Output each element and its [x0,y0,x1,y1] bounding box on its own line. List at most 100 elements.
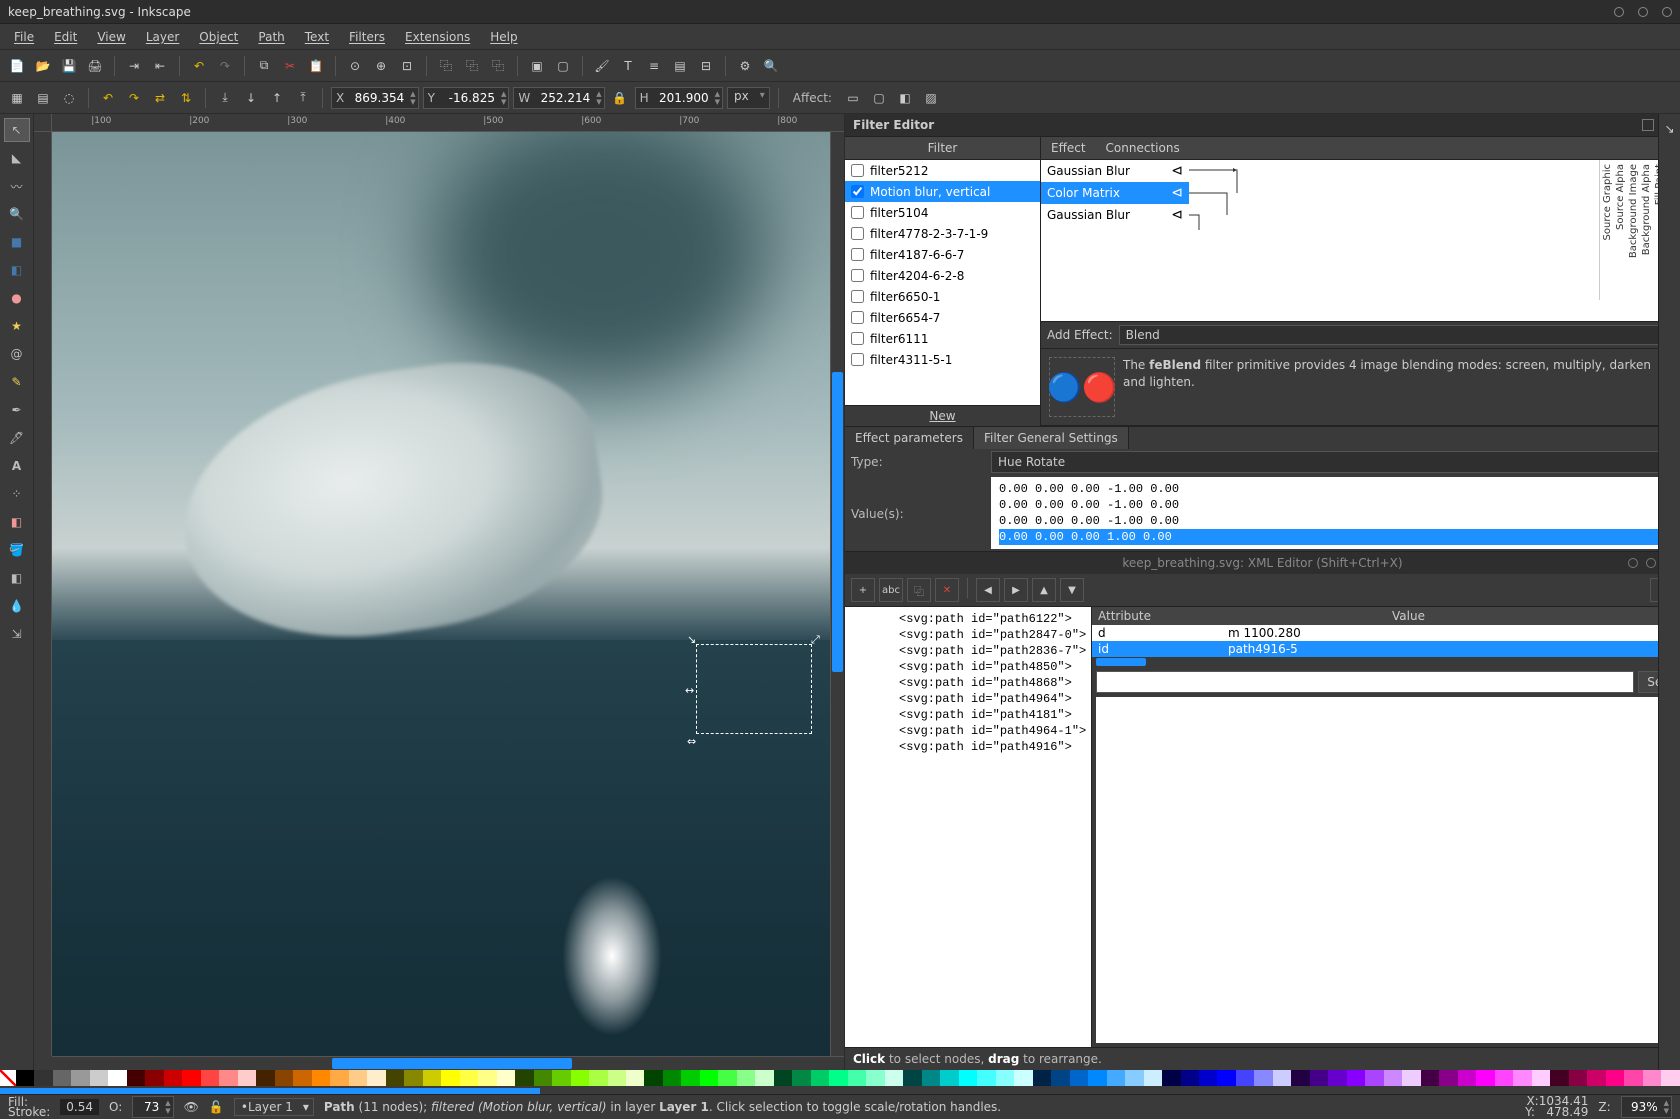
filter-item[interactable]: filter6111 [845,328,1040,349]
color-swatch[interactable] [1088,1070,1106,1086]
filter-item[interactable]: filter5104 [845,202,1040,223]
new-filter-button[interactable]: New [845,405,1040,426]
unit-select[interactable]: px [727,87,770,109]
color-swatch[interactable] [330,1070,348,1086]
color-swatch[interactable] [903,1070,921,1086]
add-effect-select[interactable]: Blend [1119,325,1674,345]
zoom-draw-icon[interactable]: ⊕ [370,55,392,77]
dropper-tool-icon[interactable]: 💧 [4,594,30,618]
bezier-tool-icon[interactable]: ✒ [4,398,30,422]
filter-item[interactable]: filter4311-5-1 [845,349,1040,370]
color-swatch[interactable] [1458,1070,1476,1086]
fill-stroke-indicator[interactable]: Fill:Stroke: [8,1097,50,1117]
xml-up-icon[interactable]: ▲ [1032,578,1056,602]
xml-down-icon[interactable]: ▼ [1060,578,1084,602]
color-swatch[interactable] [1513,1070,1531,1086]
color-swatch[interactable] [1107,1070,1125,1086]
panel-iconify-icon[interactable] [1642,119,1654,131]
zoom-page-icon[interactable]: ⊡ [396,55,418,77]
raise-icon[interactable]: ↑ [266,87,288,109]
color-swatch[interactable] [534,1070,552,1086]
color-swatch[interactable] [1310,1070,1328,1086]
color-swatch[interactable] [1273,1070,1291,1086]
cut-icon[interactable]: ✂ [279,55,301,77]
raise-top-icon[interactable]: ⤒ [292,87,314,109]
lower-icon[interactable]: ↓ [240,87,262,109]
xml-node[interactable]: <svg:path id="path2836-7"> [849,643,1087,659]
minimize-icon[interactable] [1614,7,1624,17]
color-swatch[interactable] [201,1070,219,1086]
color-swatch[interactable] [1495,1070,1513,1086]
canvas[interactable]: ↘ ⤢ ⇔ ↔ [52,132,830,1056]
fill-tool-icon[interactable]: 🪣 [4,538,30,562]
effect-list[interactable]: Gaussian Blur⊲Color Matrix⊲Gaussian Blur… [1041,160,1189,321]
attr-value-textarea[interactable] [1096,697,1676,1043]
affect-stroke-icon[interactable]: ▭ [842,87,864,109]
xml-min-icon[interactable] [1628,558,1638,568]
x-spinner[interactable]: X▲▼ [331,87,419,109]
color-palette[interactable] [0,1070,1680,1088]
color-swatch[interactable] [1365,1070,1383,1086]
color-swatch[interactable] [349,1070,367,1086]
xml-dup-icon[interactable]: ⿻ [907,578,931,602]
color-swatch[interactable] [977,1070,995,1086]
attr-list[interactable]: dm 1100.280idpath4916-5 [1092,625,1680,657]
filter-item[interactable]: filter4187-6-6-7 [845,244,1040,265]
color-swatch[interactable] [792,1070,810,1086]
color-swatch[interactable] [1532,1070,1550,1086]
color-swatch[interactable] [811,1070,829,1086]
color-swatch[interactable] [1236,1070,1254,1086]
xml-next-icon[interactable]: ▶ [1004,578,1028,602]
xml-node[interactable]: <svg:path id="path6122"> [849,611,1087,627]
paste-icon[interactable]: 📋 [305,55,327,77]
layer-select[interactable]: •Layer 1 [234,1098,314,1116]
flip-h-icon[interactable]: ⇄ [149,87,171,109]
color-swatch[interactable] [589,1070,607,1086]
xml-tree[interactable]: <svg:path id="path6122"> <svg:path id="pa… [845,607,1091,1047]
affect-pattern-icon[interactable]: ▨ [920,87,942,109]
color-swatch[interactable] [1199,1070,1217,1086]
xml-node[interactable]: <svg:path id="path4868"> [849,675,1087,691]
color-swatch[interactable] [1254,1070,1272,1086]
color-swatch[interactable] [1181,1070,1199,1086]
color-swatch[interactable] [829,1070,847,1086]
color-swatch[interactable] [663,1070,681,1086]
color-swatch[interactable] [238,1070,256,1086]
filter-list[interactable]: filter5212Motion blur, verticalfilter510… [845,160,1040,405]
color-swatch[interactable] [53,1070,71,1086]
color-swatch[interactable] [497,1070,515,1086]
spray-tool-icon[interactable]: ⁘ [4,482,30,506]
xml-prev-icon[interactable]: ◀ [976,578,1000,602]
new-doc-icon[interactable]: 📄 [6,55,28,77]
spiral-tool-icon[interactable]: @ [4,342,30,366]
fill-stroke-icon[interactable]: 🖌 [591,55,613,77]
menu-view[interactable]: View [87,28,135,46]
filter-item[interactable]: filter6654-7 [845,307,1040,328]
color-swatch[interactable] [219,1070,237,1086]
color-swatch[interactable] [866,1070,884,1086]
color-swatch[interactable] [1550,1070,1568,1086]
unlink-icon[interactable]: ⿻ [487,55,509,77]
align-icon[interactable]: ⊟ [695,55,717,77]
color-swatch[interactable] [1476,1070,1494,1086]
color-swatch[interactable] [90,1070,108,1086]
color-swatch[interactable] [515,1070,533,1086]
color-swatch[interactable] [1402,1070,1420,1086]
color-swatch[interactable] [312,1070,330,1086]
opacity-spinner[interactable]: ▲▼ [132,1096,173,1118]
menu-layer[interactable]: Layer [136,28,189,46]
color-swatch[interactable] [441,1070,459,1086]
star-tool-icon[interactable]: ★ [4,314,30,338]
color-swatch[interactable] [478,1070,496,1086]
color-swatch[interactable] [127,1070,145,1086]
lock-aspect-icon[interactable]: 🔒 [609,87,631,109]
ellipse-tool-icon[interactable]: ● [4,286,30,310]
scrollbar-vertical[interactable] [830,132,844,1056]
xml-icon[interactable]: ▤ [669,55,691,77]
color-swatch[interactable] [552,1070,570,1086]
docprops-icon[interactable]: 🔍 [760,55,782,77]
color-swatch[interactable] [1291,1070,1309,1086]
color-swatch[interactable] [571,1070,589,1086]
h-spinner[interactable]: H▲▼ [635,87,723,109]
attr-row[interactable]: idpath4916-5 [1092,641,1680,657]
